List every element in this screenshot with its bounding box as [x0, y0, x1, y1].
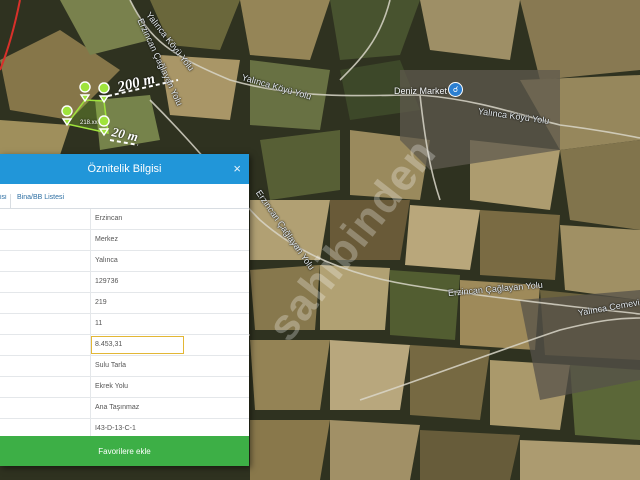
- attribute-value: Merkez: [95, 236, 118, 243]
- attribute-value: 8.453,31: [95, 341, 123, 348]
- attribute-value: Ekrek Yolu: [95, 383, 129, 390]
- attribute-row: Merkez: [0, 230, 249, 251]
- attribute-value: 219: [95, 299, 107, 306]
- poi-label: Deniz Market: [394, 86, 448, 96]
- panel-title: Öznitelik Bilgisi: [87, 163, 162, 175]
- attribute-value: Yalınca: [95, 257, 118, 264]
- panel-header: Öznitelik Bilgisi ×: [0, 154, 249, 184]
- attribute-row: Sulu Tarla: [0, 356, 249, 377]
- attribute-row: Erzincan: [0, 209, 249, 230]
- attribute-row: 129736: [0, 272, 249, 293]
- tab-building-list[interactable]: Bina/BB Listesi: [11, 194, 70, 208]
- area-label: 218.xx: [80, 120, 98, 126]
- attribute-row: Yalınca: [0, 251, 249, 272]
- attribute-row: Ana Taşınmaz: [0, 398, 249, 419]
- attribute-table: Erzincan Merkez Yalınca 129736 219 11 8.…: [0, 209, 249, 440]
- add-favorites-button[interactable]: Favorilere ekle: [0, 436, 249, 466]
- shopping-cart-icon[interactable]: ☌: [448, 82, 463, 97]
- tab-attributes[interactable]: isi: [0, 194, 11, 208]
- attribute-value: Erzincan: [95, 215, 123, 222]
- attribute-row-selected[interactable]: 8.453,31: [0, 335, 249, 356]
- attribute-row: 11: [0, 314, 249, 335]
- attribute-value: Ana Taşınmaz: [95, 404, 140, 411]
- attribute-value: I43-D-13-C-1: [95, 425, 136, 432]
- attribute-value: 11: [95, 320, 103, 327]
- attribute-row: Ekrek Yolu: [0, 377, 249, 398]
- close-icon[interactable]: ×: [233, 161, 241, 176]
- attribute-row: 219: [0, 293, 249, 314]
- attribute-value: 129736: [95, 278, 119, 285]
- attribute-value: Sulu Tarla: [95, 362, 127, 369]
- panel-tabs: isi Bina/BB Listesi: [0, 184, 249, 209]
- attribute-panel: Öznitelik Bilgisi × isi Bina/BB Listesi …: [0, 154, 249, 466]
